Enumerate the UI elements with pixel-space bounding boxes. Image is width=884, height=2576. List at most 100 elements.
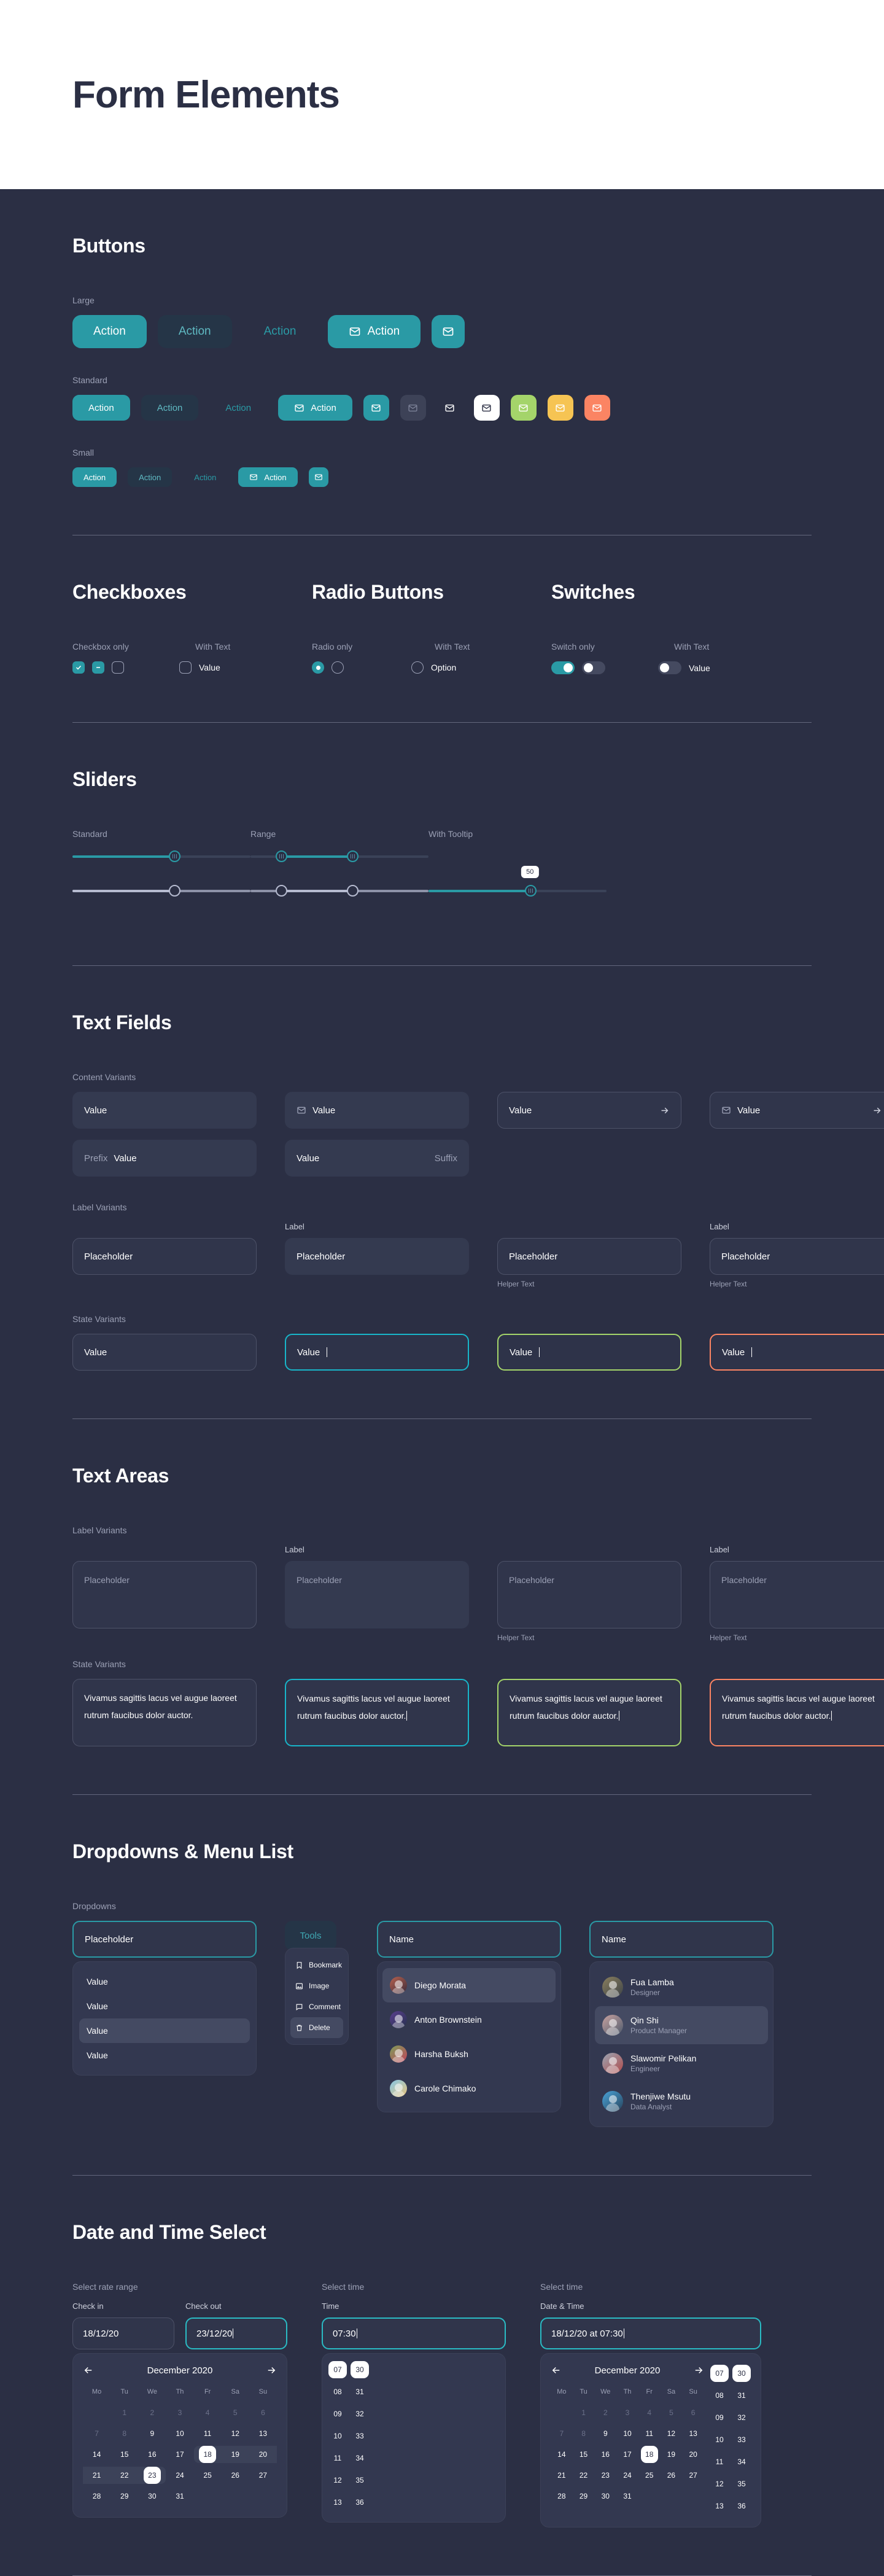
list-item[interactable]: Thenjiwe Msutu Data Analyst — [595, 2082, 768, 2120]
textfield-labeled[interactable]: Placeholder — [285, 1238, 469, 1275]
calendar-day[interactable]: 23 — [594, 2467, 616, 2484]
radio-with-text[interactable]: Option — [411, 661, 456, 674]
calendar-day[interactable]: 10 — [616, 2425, 638, 2442]
prev-month-button[interactable] — [83, 2365, 94, 2376]
slider-handle[interactable] — [168, 885, 180, 897]
prev-month-button[interactable] — [551, 2365, 562, 2376]
slider-with-tooltip[interactable]: 50 — [428, 866, 607, 899]
calendar-day-selected[interactable]: 23 — [138, 2467, 166, 2484]
time-minute[interactable]: 32 — [351, 2405, 369, 2422]
checkin-input[interactable]: 18/12/20 — [72, 2317, 174, 2349]
calendar-day[interactable]: 14 — [551, 2446, 573, 2463]
time-hour[interactable]: 13 — [710, 2497, 729, 2515]
calendar-day[interactable]: 31 — [166, 2488, 193, 2505]
calendar-day[interactable]: 31 — [616, 2488, 638, 2505]
time-hour[interactable]: 13 — [328, 2494, 347, 2511]
time-hour[interactable]: 09 — [328, 2405, 347, 2422]
checkbox-indeterminate[interactable] — [92, 661, 104, 674]
calendar-day[interactable]: 12 — [222, 2425, 249, 2442]
button-standard-icon-plain[interactable] — [437, 395, 463, 421]
textarea-label-and-helper[interactable]: Placeholder — [710, 1561, 884, 1628]
list-item[interactable]: Carole Chimako — [382, 2071, 556, 2106]
button-standard-icon-disabled[interactable] — [400, 395, 426, 421]
time-minute[interactable]: 33 — [351, 2427, 369, 2445]
calendar-day[interactable]: 13 — [249, 2425, 277, 2442]
time-minute[interactable]: 32 — [732, 2409, 751, 2426]
calendar-day[interactable]: 30 — [138, 2488, 166, 2505]
switch-off-labeled[interactable] — [658, 661, 681, 674]
calendar-day[interactable]: 29 — [573, 2488, 595, 2505]
list-item[interactable]: Fua Lamba Designer — [595, 1968, 768, 2006]
button-large-icon-only[interactable] — [432, 315, 465, 348]
time-minute[interactable]: 33 — [732, 2431, 751, 2448]
textfield-icon-and-arrow[interactable]: Value — [710, 1092, 884, 1129]
slider-handle-high[interactable] — [346, 885, 359, 897]
switch-with-text[interactable]: Value — [658, 661, 710, 674]
menu-item-image[interactable]: Image — [290, 1975, 343, 1996]
calendar-day[interactable]: 17 — [166, 2446, 193, 2463]
time-hour[interactable]: 11 — [710, 2453, 729, 2470]
calendar-day[interactable]: 27 — [249, 2467, 277, 2484]
textarea-labeled[interactable]: Placeholder — [285, 1561, 469, 1628]
calendar-day[interactable]: 12 — [661, 2425, 683, 2442]
time-hour[interactable]: 09 — [710, 2409, 729, 2426]
textarea-state-error[interactable]: Vivamus sagittis lacus vel augue laoreet… — [710, 1679, 884, 1746]
slider-handle-low[interactable] — [275, 850, 287, 862]
time-minute-selected[interactable]: 30 — [732, 2365, 751, 2382]
textarea-placeholder[interactable]: Placeholder — [72, 1561, 257, 1628]
calendar-day[interactable]: 15 — [110, 2446, 138, 2463]
radio-unselected-labeled[interactable] — [411, 661, 424, 674]
dropdown-trigger-placeholder[interactable]: Placeholder — [72, 1921, 257, 1958]
time-hour[interactable]: 12 — [328, 2472, 347, 2489]
datetime-input[interactable]: 18/12/20 at 07:30 — [540, 2317, 761, 2349]
button-standard-ghost[interactable]: Action — [209, 395, 267, 421]
textfield-with-helper[interactable]: Placeholder — [497, 1238, 681, 1275]
calendar-day[interactable]: 20 — [249, 2446, 277, 2463]
time-minute[interactable]: 34 — [351, 2450, 369, 2467]
calendar-day[interactable]: 26 — [661, 2467, 683, 2484]
time-hour[interactable]: 10 — [328, 2427, 347, 2445]
time-hour-selected[interactable]: 07 — [710, 2365, 729, 2382]
calendar-day[interactable]: 13 — [682, 2425, 704, 2442]
button-large-tonal[interactable]: Action — [157, 315, 232, 348]
calendar-day-selected[interactable]: 18 — [638, 2446, 661, 2463]
time-minute[interactable]: 34 — [732, 2453, 751, 2470]
time-minute[interactable]: 36 — [732, 2497, 751, 2515]
tools-button[interactable]: Tools — [285, 1921, 336, 1950]
arrow-right-icon[interactable] — [659, 1105, 670, 1116]
button-standard-primary-icon[interactable]: Action — [278, 395, 352, 421]
button-small-primary-icon[interactable]: Action — [238, 467, 298, 487]
slider-handle-low[interactable] — [275, 885, 287, 897]
list-item[interactable]: Harsha Buksh — [382, 2037, 556, 2071]
dropdown-option-selected[interactable]: Value — [79, 2018, 250, 2043]
checkbox-with-text[interactable]: Value — [179, 661, 220, 674]
arrow-right-icon[interactable] — [872, 1105, 882, 1116]
people-detailed-trigger[interactable]: Name — [589, 1921, 774, 1958]
checkbox-unchecked[interactable] — [112, 661, 124, 674]
calendar-day[interactable]: 27 — [682, 2467, 704, 2484]
textfield-leading-icon[interactable]: Value — [285, 1092, 469, 1129]
textarea-state-valid[interactable]: Vivamus sagittis lacus vel augue laoreet… — [497, 1679, 681, 1746]
time-input[interactable]: 07:30 — [322, 2317, 506, 2349]
time-hour[interactable]: 08 — [710, 2387, 729, 2404]
time-hour-selected[interactable]: 07 — [328, 2361, 347, 2378]
calendar-day[interactable]: 17 — [616, 2446, 638, 2463]
textfield-state-focus[interactable]: Value — [285, 1334, 469, 1371]
time-minute[interactable]: 35 — [732, 2475, 751, 2492]
slider-standard-disabled[interactable] — [72, 883, 250, 899]
calendar-day[interactable]: 20 — [682, 2446, 704, 2463]
time-minute[interactable]: 36 — [351, 2494, 369, 2511]
button-small-ghost[interactable]: Action — [183, 467, 227, 487]
textfield-value[interactable]: Value — [72, 1092, 257, 1129]
list-item[interactable]: Qin Shi Product Manager — [595, 2006, 768, 2044]
slider-range-active[interactable] — [250, 849, 428, 865]
calendar-day[interactable]: 24 — [616, 2467, 638, 2484]
list-item[interactable]: Anton Brownstein — [382, 2002, 556, 2037]
textfield-prefix[interactable]: Prefix Value — [72, 1140, 257, 1177]
checkbox-checked[interactable] — [72, 661, 85, 674]
checkbox-unchecked-labeled[interactable] — [179, 661, 192, 674]
calendar-day[interactable]: 19 — [221, 2446, 249, 2463]
textfield-suffix[interactable]: Value Suffix — [285, 1140, 469, 1177]
slider-handle[interactable] — [524, 885, 537, 897]
button-standard-icon-green[interactable] — [510, 395, 537, 421]
